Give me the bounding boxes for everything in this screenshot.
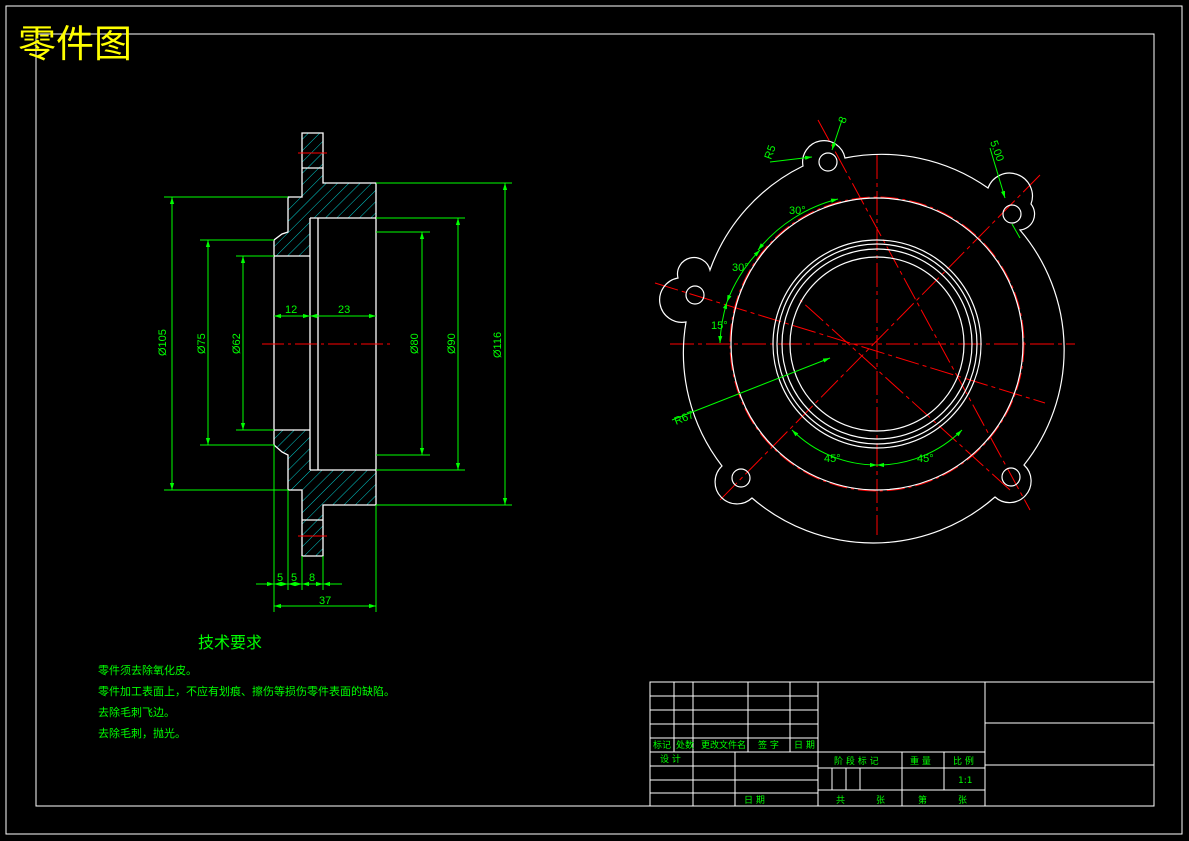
design-label: 设 计: [660, 753, 681, 765]
tech-req-item-3: 去除毛刺飞边。: [98, 705, 175, 719]
stage-mark-label: 阶 段 标 记: [834, 755, 879, 767]
hatch-lower-flange: [302, 520, 323, 556]
scale-value: 1:1: [958, 776, 972, 786]
dim-d116: Ø116: [492, 332, 504, 358]
drawing-title: 零件图: [18, 22, 132, 66]
hatch-lower-step: [274, 430, 310, 455]
dim-len-12: 12: [285, 304, 297, 316]
dim-d90: Ø90: [446, 333, 458, 354]
technical-requirements: 技术要求 零件须去除氧化皮。 零件加工表面上，不应有划痕、擦伤等损伤零件表面的缺…: [98, 633, 395, 740]
label-r5: R5: [763, 144, 779, 161]
bolt-hole-5: [1001, 467, 1021, 487]
rev-header-date: 日 期: [794, 740, 815, 751]
tech-req-title: 技术要求: [198, 633, 262, 652]
label-45-deg-b: 45°: [917, 453, 934, 465]
rev-header-sign: 签 字: [758, 739, 779, 751]
dim-len-37: 37: [319, 595, 331, 607]
bolt-axis-1: [817, 119, 1031, 511]
front-view: R5 8 5.00 30° 30° 15° R67 45° 45°: [654, 115, 1075, 544]
sheet-no-label: 第: [918, 794, 927, 806]
dim-len-5a: 5: [277, 572, 283, 584]
tech-req-item-1: 零件须去除氧化皮。: [98, 663, 197, 677]
label-30-deg-b: 30°: [732, 262, 749, 274]
weight-label: 重 量: [910, 755, 931, 767]
dim-d75: Ø75: [196, 333, 208, 354]
label-r67: R67: [673, 409, 696, 428]
dim-d80: Ø80: [409, 333, 421, 354]
outer-frame: [5, 5, 1183, 835]
date-label: 日 期: [744, 795, 765, 806]
dim-len-5b: 5: [291, 572, 297, 584]
bolt-hole-2: [1002, 204, 1022, 224]
scale-label: 比 例: [953, 755, 974, 767]
dim-len-23: 23: [338, 304, 350, 316]
label-45-deg-a: 45°: [824, 453, 841, 465]
rev-header-file: 更改文件名: [701, 739, 746, 751]
rev-header-mark: 标记: [653, 739, 671, 751]
bolt-hole-1: [818, 152, 838, 172]
label-5-00: 5.00: [987, 139, 1006, 163]
rev-header-count: 处数: [676, 739, 694, 751]
hatch-lower-body: [288, 455, 376, 520]
label-30-deg-a: 30°: [789, 205, 806, 217]
tech-req-item-2: 零件加工表面上，不应有划痕、擦伤等损伤零件表面的缺陷。: [98, 684, 395, 698]
tech-req-item-4: 去除毛刺，抛光。: [98, 726, 186, 740]
dim-d62: Ø62: [231, 333, 243, 354]
bolt-axis-3: [654, 282, 1046, 404]
label-8: 8: [837, 115, 850, 125]
drawing-canvas: 零件图 Ø105 Ø75 Ø62 Ø80 Ø90 Ø116 12 23 5 5 …: [5, 5, 1183, 835]
hatch-upper-body: [288, 168, 376, 232]
hatch-upper-flange: [302, 133, 323, 168]
label-15-deg: 15°: [711, 320, 728, 332]
section-view: Ø105 Ø75 Ø62 Ø80 Ø90 Ø116 12 23 5 5 8 37: [157, 132, 512, 612]
bolt-axis-2: [719, 174, 1041, 501]
sheet-no-unit-label: 张: [958, 795, 967, 806]
sheets-unit-label: 张: [876, 795, 885, 806]
dim-d105: Ø105: [157, 329, 169, 356]
dim-len-8: 8: [309, 572, 315, 584]
sheets-total-label: 共: [836, 795, 845, 806]
